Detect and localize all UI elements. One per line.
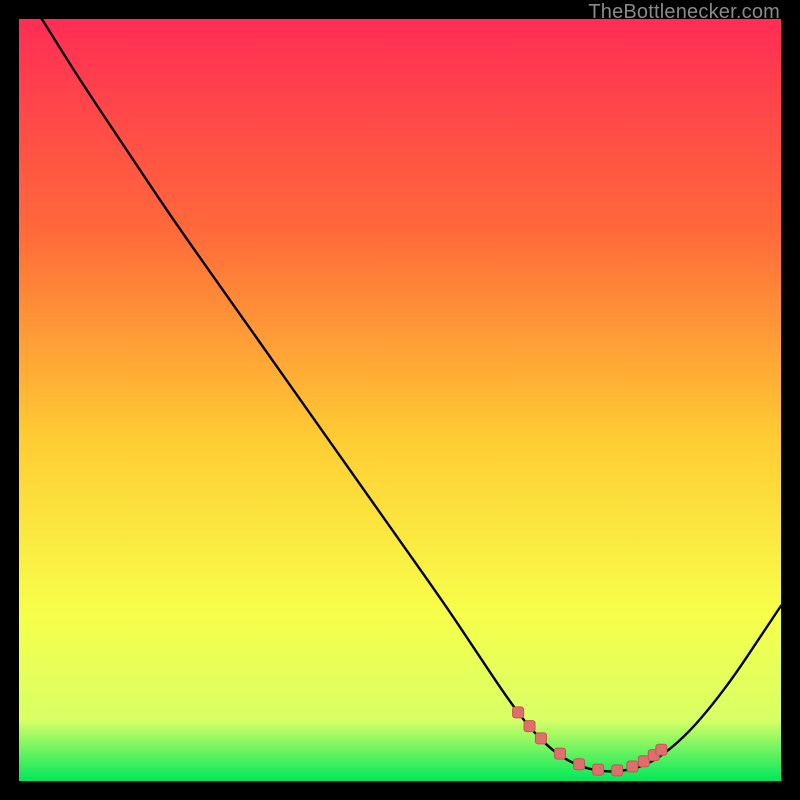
- data-marker: [574, 759, 585, 770]
- data-marker: [513, 707, 524, 718]
- watermark-text: TheBottlenecker.com: [588, 1, 780, 24]
- data-marker: [612, 765, 623, 776]
- data-marker: [524, 721, 535, 732]
- data-marker: [535, 733, 546, 744]
- data-marker: [627, 761, 638, 772]
- data-marker: [656, 744, 667, 755]
- gradient-background: [19, 19, 781, 781]
- bottleneck-chart: [19, 19, 781, 781]
- data-marker: [555, 748, 566, 759]
- data-marker: [638, 756, 649, 767]
- data-marker: [593, 764, 604, 775]
- chart-frame: [19, 19, 781, 781]
